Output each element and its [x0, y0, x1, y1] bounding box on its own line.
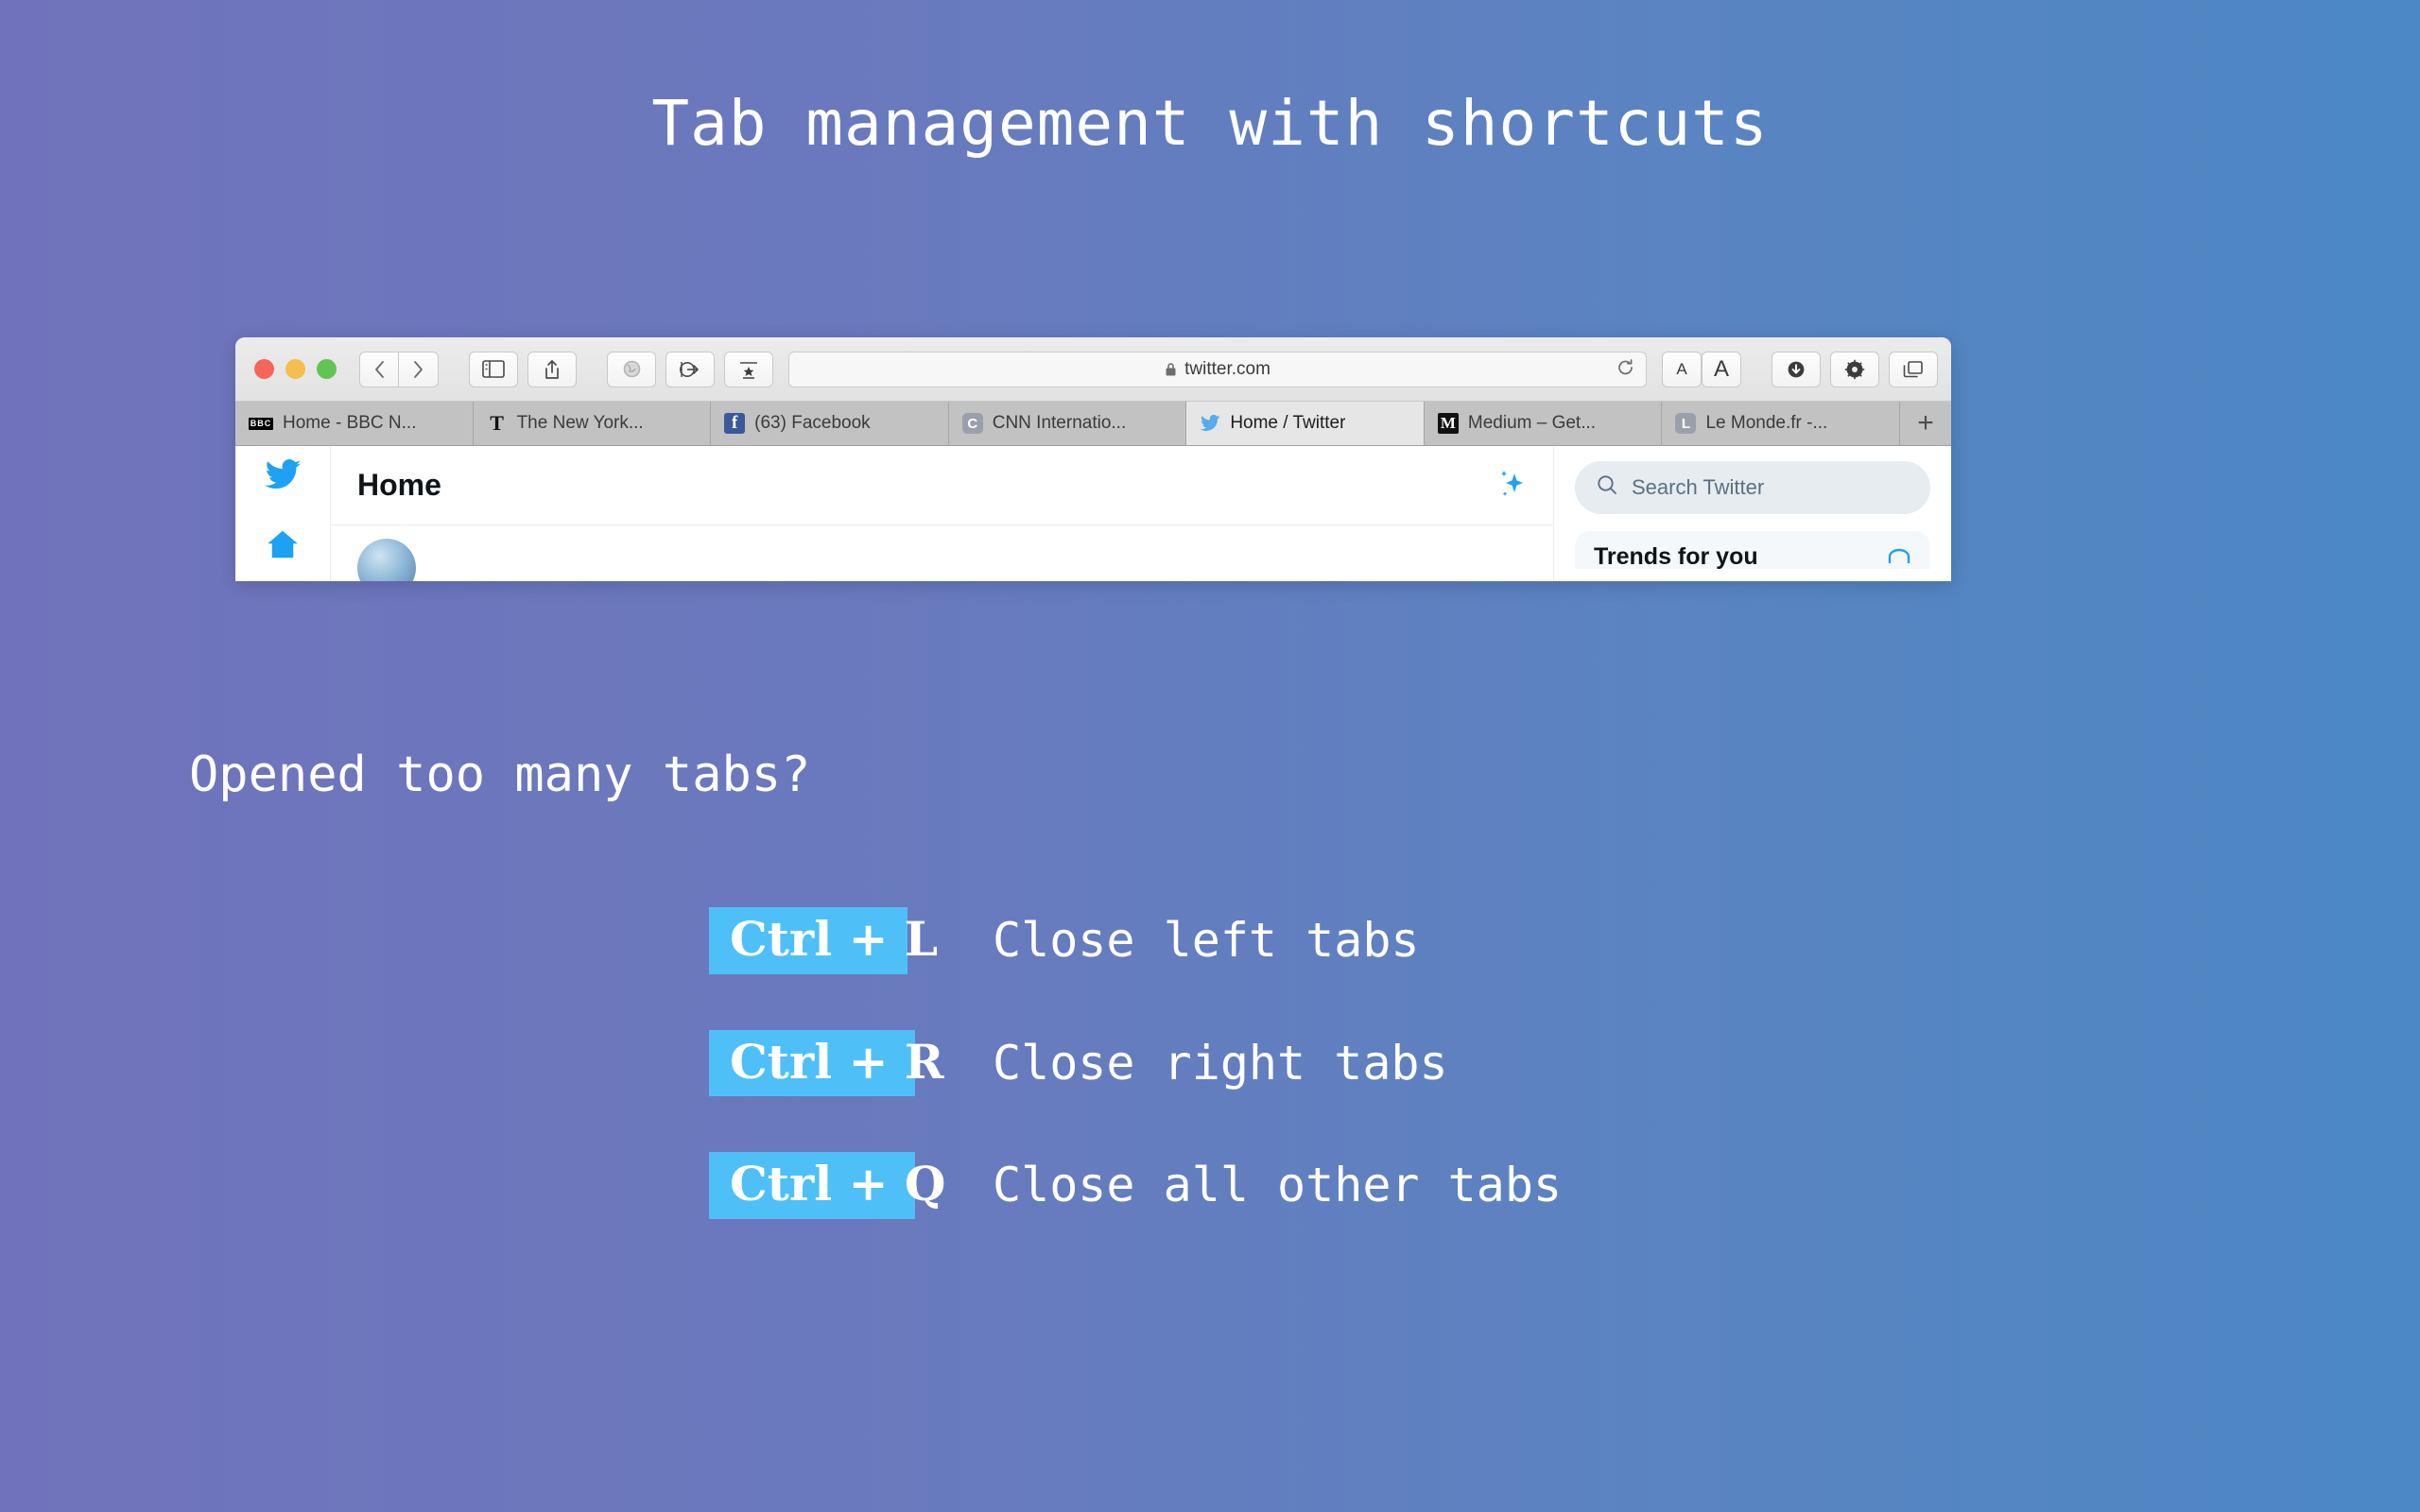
compose-placeholder[interactable] — [431, 539, 1527, 581]
tab-bar: BBC Home - BBC N... T The New York... f … — [235, 402, 1951, 446]
tab-title: Le Monde.fr -... — [1705, 413, 1828, 433]
search-input[interactable]: Search Twitter — [1575, 461, 1930, 514]
shortcut-row: Ctrl + Q Close all other tabs — [709, 1152, 1562, 1219]
tab-title: CNN Internatio... — [992, 413, 1127, 433]
settings-button[interactable] — [1830, 351, 1879, 387]
trends-card-title: Trends for you — [1594, 543, 1758, 570]
back-button[interactable] — [359, 351, 399, 387]
facebook-icon: f — [724, 413, 746, 434]
downloads-button[interactable] — [1772, 351, 1821, 387]
tab-title: Home - BBC N... — [283, 413, 417, 433]
page-title: Tab management with shortcuts — [651, 87, 1769, 160]
nyt-icon: T — [490, 411, 504, 435]
tab-new-york-times[interactable]: T The New York... — [473, 402, 712, 445]
airdrop-icon-button[interactable] — [666, 351, 715, 387]
tab-overview-button[interactable] — [1889, 351, 1938, 387]
twitter-compose-row — [331, 525, 1553, 581]
forward-button[interactable] — [399, 351, 439, 387]
tab-le-monde[interactable]: L Le Monde.fr -... — [1662, 402, 1901, 445]
tab-title: The New York... — [516, 413, 644, 433]
search-icon — [1596, 473, 1618, 502]
lemonde-icon: L — [1675, 413, 1697, 434]
url-display: twitter.com — [1165, 359, 1270, 380]
tab-title: Home / Twitter — [1230, 413, 1346, 433]
avatar — [357, 539, 416, 581]
text-size-buttons: A A — [1662, 351, 1741, 387]
zoom-window-button[interactable] — [317, 359, 337, 379]
tab-medium[interactable]: M Medium – Get... — [1424, 402, 1663, 445]
twitter-home-title: Home — [357, 468, 441, 502]
card-settings-icon[interactable] — [1887, 548, 1911, 569]
tab-cnn[interactable]: C CNN Internatio... — [948, 402, 1187, 445]
address-bar[interactable]: twitter.com — [788, 351, 1647, 387]
twitter-right-column: Search Twitter Trends for you — [1554, 446, 1951, 581]
sparkles-icon[interactable] — [1495, 468, 1527, 504]
url-text: twitter.com — [1184, 358, 1270, 379]
sidebar-toggle-button[interactable] — [469, 351, 518, 387]
window-controls — [254, 359, 337, 379]
cnn-icon: C — [961, 413, 983, 434]
shortcut-row: Ctrl + R Close right tabs — [709, 1029, 1562, 1096]
new-tab-button[interactable]: + — [1900, 402, 1951, 445]
increase-text-size-button[interactable]: A — [1702, 351, 1741, 387]
reload-icon[interactable] — [1616, 358, 1634, 380]
twitter-main-column: Home — [331, 446, 1554, 581]
trends-card: Trends for you — [1575, 531, 1930, 569]
shortcut-keys: Ctrl + L — [709, 907, 938, 974]
browser-toolbar: twitter.com A A — [235, 337, 1951, 402]
shortcut-list: Ctrl + L Close left tabs Ctrl + R Close … — [709, 907, 1562, 1219]
navigation-buttons — [359, 351, 439, 387]
share-button[interactable] — [527, 351, 577, 387]
twitter-header: Home — [331, 446, 1553, 525]
close-window-button[interactable] — [254, 359, 274, 379]
reader-icon-button[interactable] — [724, 351, 773, 387]
tab-facebook[interactable]: f (63) Facebook — [711, 402, 949, 445]
tab-twitter[interactable]: Home / Twitter — [1186, 402, 1425, 445]
twitter-page: Home Search Twitter Trends for you — [235, 446, 1951, 581]
twitter-icon — [1200, 413, 1220, 434]
browser-window-screenshot: twitter.com A A BBC Home - BBC N... T Th… — [235, 337, 1951, 581]
minimize-window-button[interactable] — [285, 359, 305, 379]
tab-title: Medium – Get... — [1467, 413, 1597, 433]
decrease-text-size-button[interactable]: A — [1662, 351, 1702, 387]
medium-icon: M — [1437, 413, 1459, 434]
shortcut-keys: Ctrl + Q — [709, 1152, 946, 1219]
search-placeholder-text: Search Twitter — [1632, 475, 1765, 499]
shortcut-description: Close right tabs — [993, 1035, 1448, 1091]
shortcut-row: Ctrl + L Close left tabs — [709, 907, 1562, 974]
twitter-bird-icon[interactable] — [264, 458, 302, 494]
shortcut-keys: Ctrl + R — [709, 1029, 944, 1096]
lock-icon — [1166, 362, 1176, 375]
bbc-icon: BBC — [249, 417, 273, 430]
globe-icon-button[interactable] — [607, 351, 656, 387]
shortcut-description: Close left tabs — [993, 913, 1420, 969]
twitter-sidebar — [235, 446, 331, 581]
shortcut-description: Close all other tabs — [993, 1158, 1563, 1213]
question-text: Opened too many tabs? — [189, 747, 811, 803]
home-icon[interactable] — [266, 528, 300, 564]
tab-title: (63) Facebook — [754, 413, 871, 433]
tab-bbc[interactable]: BBC Home - BBC N... — [235, 402, 474, 445]
